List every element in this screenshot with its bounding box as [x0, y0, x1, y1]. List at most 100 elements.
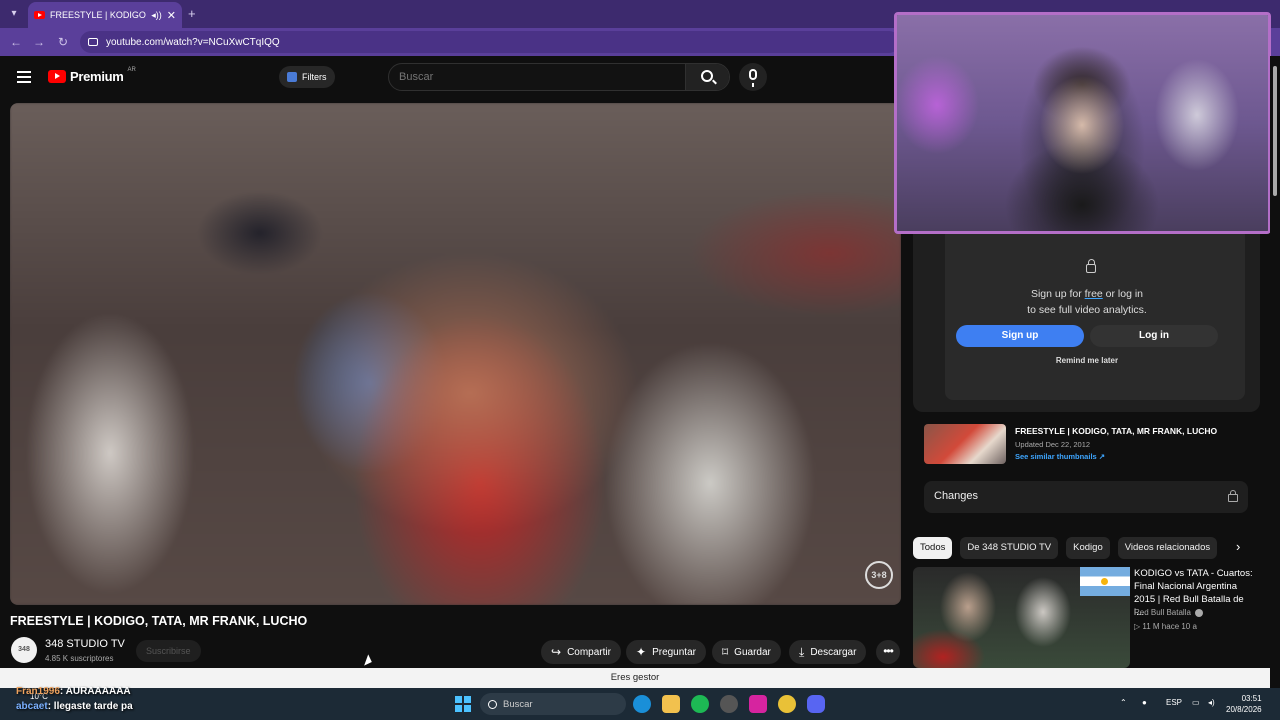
- chip-kodigo[interactable]: Kodigo: [1066, 537, 1110, 559]
- chevron-right-icon[interactable]: ›: [1236, 539, 1240, 554]
- youtube-premium-logo[interactable]: Premium AR: [48, 66, 136, 84]
- tray-overflow-icon[interactable]: ⌃: [1120, 698, 1127, 707]
- file-explorer-icon[interactable]: [662, 695, 680, 713]
- youtube-header: Premium AR Filters: [0, 56, 900, 100]
- search-button[interactable]: [685, 64, 729, 90]
- url-text: youtube.com/watch?v=NCuXwCTqIQQ: [106, 36, 280, 48]
- forward-arrow-icon[interactable]: →: [31, 34, 47, 50]
- search-input[interactable]: [389, 64, 687, 90]
- chip-related[interactable]: Videos relacionados: [1117, 537, 1218, 559]
- chat-text: : AURAAAAAA: [59, 686, 131, 697]
- subscriber-count: 4.85 K suscriptores: [45, 654, 114, 663]
- filters-label: Filters: [302, 72, 327, 82]
- windows-start-icon[interactable]: [455, 696, 471, 712]
- new-tab-button[interactable]: +: [188, 6, 196, 21]
- volume-icon[interactable]: ◂): [1208, 698, 1215, 707]
- page-scrollbar[interactable]: [1270, 56, 1280, 668]
- taskbar-search[interactable]: Buscar: [480, 693, 626, 715]
- tab-title: FREESTYLE | KODIGO, TATA,: [50, 10, 147, 20]
- tab-close-icon[interactable]: ✕: [167, 9, 176, 22]
- video-title: FREESTYLE | KODIGO, TATA, MR FRANK, LUCH…: [10, 614, 308, 628]
- ask-button[interactable]: ✦ Preguntar: [626, 640, 706, 664]
- tab-search-chevron-icon[interactable]: ▾: [6, 6, 22, 22]
- network-icon[interactable]: ▭: [1192, 698, 1200, 707]
- video-thumbnail: [924, 424, 1006, 464]
- webcam-feed: [897, 15, 1268, 231]
- more-actions-icon[interactable]: •••: [876, 640, 900, 664]
- thumbnail-title: FREESTYLE | KODIGO, TATA, MR FRANK, LUCH…: [1015, 426, 1218, 436]
- spotify-icon[interactable]: [691, 695, 709, 713]
- chip-channel[interactable]: De 348 STUDIO TV: [960, 537, 1059, 559]
- language-indicator[interactable]: ESP: [1166, 698, 1182, 707]
- video-frame: [10, 103, 901, 605]
- instagram-icon[interactable]: [749, 695, 767, 713]
- signup-text-line2: to see full video analytics.: [1027, 304, 1147, 316]
- chat-message: abcaet: llegaste tarde pa: [16, 699, 133, 714]
- clock[interactable]: 03:51 20/8/2026: [1226, 693, 1262, 715]
- chat-text: : llegaste tarde pa: [47, 701, 133, 712]
- download-icon: ⤓: [799, 644, 805, 659]
- back-arrow-icon[interactable]: ←: [8, 34, 24, 50]
- webcam-overlay: [894, 12, 1271, 234]
- youtube-play-icon: [48, 70, 66, 83]
- chat-username: Fran1996: [16, 686, 60, 697]
- site-info-icon[interactable]: [88, 38, 98, 46]
- url-field[interactable]: youtube.com/watch?v=NCuXwCTqIQQ: [80, 31, 900, 53]
- signup-text-post: or log in: [1102, 288, 1144, 300]
- share-icon: ↪: [551, 645, 562, 659]
- recommended-channel[interactable]: Red Bull Batalla: [1134, 608, 1203, 617]
- edge-icon[interactable]: [633, 695, 651, 713]
- video-player[interactable]: 3+8: [10, 103, 901, 605]
- sign-up-button[interactable]: Sign up: [956, 325, 1084, 347]
- chat-message: Fran1996: AURAAAAAA: [16, 684, 133, 699]
- filter-chips: Todos De 348 STUDIO TV Kodigo Videos rel…: [913, 537, 1218, 559]
- filters-button[interactable]: Filters: [279, 66, 335, 88]
- voice-search-button[interactable]: [739, 63, 767, 91]
- lock-icon: [1086, 259, 1096, 273]
- argentina-flag-icon: [1080, 567, 1130, 596]
- share-label: Compartir: [567, 646, 611, 658]
- search-box: [388, 63, 730, 91]
- menu-icon[interactable]: [17, 71, 31, 83]
- download-label: Descargar: [810, 646, 857, 658]
- share-button[interactable]: ↪ Compartir: [541, 640, 621, 664]
- bookmark-icon: ⌑: [722, 645, 729, 659]
- changes-label: Changes: [934, 490, 979, 502]
- channel-name[interactable]: 348 STUDIO TV: [45, 638, 125, 650]
- analytics-panel: [913, 234, 1260, 412]
- logo-text: Premium: [70, 69, 124, 84]
- channel-avatar[interactable]: 348: [11, 637, 37, 663]
- scrollbar-thumb[interactable]: [1273, 66, 1277, 196]
- channel-watermark[interactable]: 3+8: [865, 561, 893, 589]
- verified-icon: [1194, 608, 1203, 617]
- reload-icon[interactable]: ↻: [55, 34, 71, 50]
- windows-taskbar: 10°C Buscar ⌃ ● ESP ▭ ◂) 03:51 20/8/2026: [0, 688, 1280, 720]
- similar-thumbnails-link[interactable]: See similar thumbnails ↗: [1015, 452, 1105, 461]
- changes-panel[interactable]: Changes: [924, 481, 1248, 513]
- taskbar-search-label: Buscar: [503, 698, 533, 710]
- microphone-icon[interactable]: ●: [1142, 698, 1147, 707]
- ask-label: Preguntar: [652, 646, 696, 658]
- steam-icon[interactable]: [720, 695, 738, 713]
- signup-free-link[interactable]: free: [1085, 288, 1103, 300]
- remind-later-link[interactable]: Remind me later: [1000, 356, 1174, 365]
- chat-username: abcaet: [16, 701, 48, 712]
- download-button[interactable]: ⤓ Descargar: [789, 640, 867, 664]
- log-in-button[interactable]: Log in: [1090, 325, 1218, 347]
- status-toast: Eres gestor: [0, 668, 1270, 688]
- logo-region: AR: [127, 66, 136, 73]
- speaker-icon[interactable]: ◂)): [151, 10, 162, 21]
- thumbnail-date: Updated Dec 22, 2012: [1015, 440, 1091, 449]
- microphone-icon: [749, 69, 757, 87]
- sparkle-icon: ✦: [636, 645, 647, 659]
- discord-icon[interactable]: [807, 695, 825, 713]
- browser-tab-active[interactable]: FREESTYLE | KODIGO, TATA, ◂)) ✕: [28, 2, 182, 28]
- signup-prompt: Sign up for free or log in to see full v…: [1000, 286, 1174, 318]
- lock-icon: [1228, 490, 1238, 502]
- search-icon: [488, 699, 497, 709]
- save-button[interactable]: ⌑ Guardar: [712, 640, 781, 664]
- chrome-icon[interactable]: [778, 695, 796, 713]
- chip-todos[interactable]: Todos: [913, 537, 953, 559]
- subscribe-button[interactable]: Suscribirse: [136, 640, 201, 662]
- recommended-channel-name: Red Bull Batalla: [1134, 608, 1191, 617]
